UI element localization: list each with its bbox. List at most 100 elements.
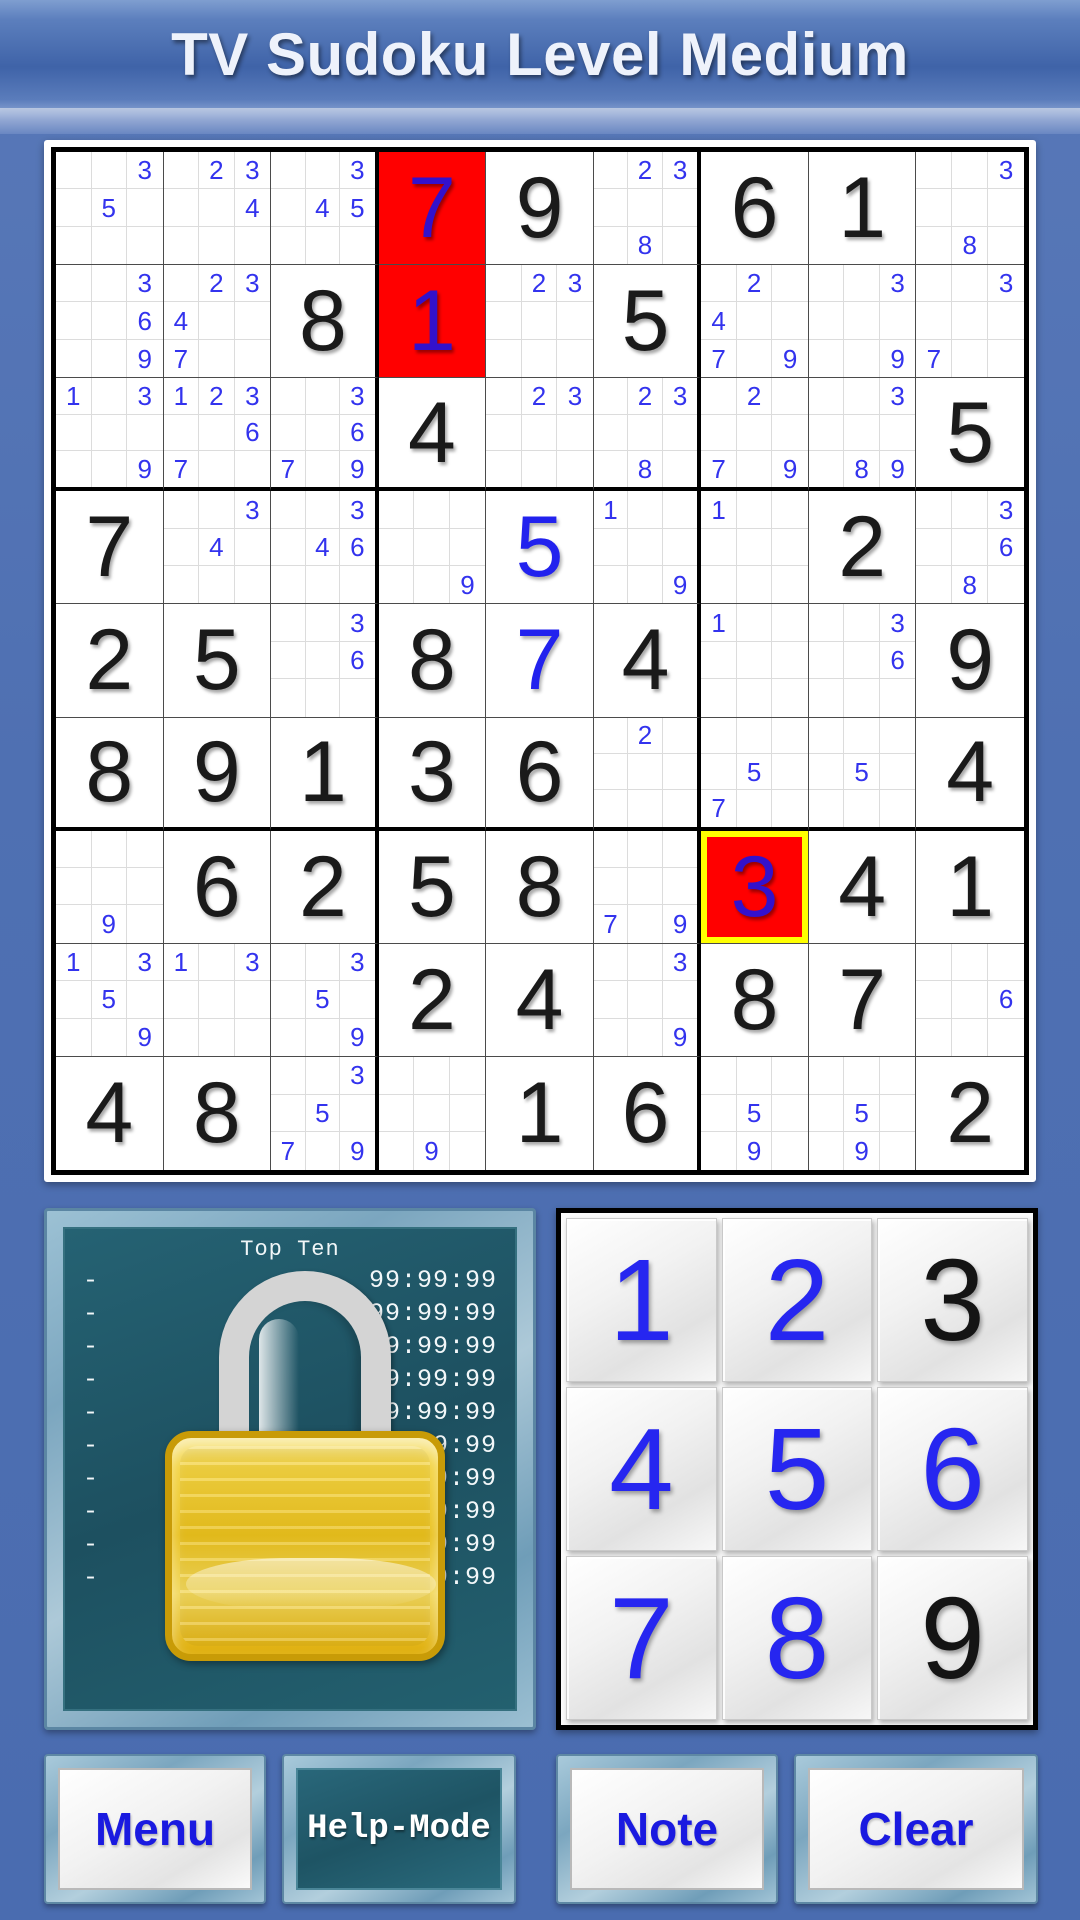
sudoku-cell-r1c5[interactable]: 9 [486,152,594,266]
sudoku-cell-r9c4[interactable]: 9 [378,1056,487,1170]
sudoku-cell-r4c5[interactable]: 5 [486,491,594,605]
sudoku-cell-r4c4[interactable]: 9 [378,491,487,605]
note-button[interactable]: Note [556,1754,778,1904]
sudoku-cell-r5c3[interactable]: 36 [271,604,379,718]
sudoku-cell-r3c8[interactable]: 3 89 [808,378,917,492]
sudoku-cell-r9c8[interactable]: 59 [808,1056,917,1170]
top-ten-panel[interactable]: Top Ten - 99:99:99 - 99:99:99 - 99:99:99 - 99:9… [44,1208,536,1730]
sudoku-cell-r8c2[interactable]: 13 [163,943,272,1057]
sudoku-cell-r6c8[interactable]: 5 [808,717,917,831]
sudoku-cell-r3c7[interactable]: 2 7 9 [701,378,809,492]
sudoku-cell-r7c9[interactable]: 1 [916,830,1024,944]
sudoku-cell-r8c3[interactable]: 359 [271,943,379,1057]
sudoku-cell-r5c6[interactable]: 4 [593,604,702,718]
sudoku-cell-r2c2[interactable]: 2347 [163,265,272,379]
sudoku-cell-r9c9[interactable]: 2 [916,1056,1024,1170]
sudoku-cell-r2c3[interactable]: 8 [271,265,379,379]
sudoku-cell-r2c4[interactable]: 1 [378,265,487,379]
sudoku-cell-r8c4[interactable]: 2 [378,943,487,1057]
numpad-key-5[interactable]: 5 [721,1387,873,1551]
sudoku-cell-r8c9[interactable]: 6 [916,943,1024,1057]
sudoku-cell-r2c7[interactable]: 247 9 [701,265,809,379]
sudoku-cell-r4c3[interactable]: 346 [271,491,379,605]
sudoku-cell-r6c7[interactable]: 57 [701,717,809,831]
numpad-key-4[interactable]: 4 [566,1387,717,1551]
numpad-key-8[interactable]: 8 [721,1556,873,1720]
sudoku-cell-r1c8[interactable]: 1 [808,152,917,266]
sudoku-cell-r9c3[interactable]: 357 9 [271,1056,379,1170]
sudoku-cell-r7c5[interactable]: 8 [486,830,594,944]
number-pad[interactable]: 123456789 [556,1208,1038,1730]
sudoku-board[interactable]: 3523434579238613836923478123524793937139… [51,147,1029,1175]
sudoku-cell-r5c5[interactable]: 7 [486,604,594,718]
sudoku-cell-r2c1[interactable]: 369 [56,265,164,379]
sudoku-cell-r1c3[interactable]: 345 [271,152,379,266]
sudoku-cell-r5c8[interactable]: 36 [808,604,917,718]
sudoku-cell-r3c3[interactable]: 367 9 [271,378,379,492]
numpad-key-7[interactable]: 7 [566,1556,717,1720]
sudoku-cell-r4c8[interactable]: 2 [808,491,917,605]
numpad-key-6[interactable]: 6 [877,1387,1028,1551]
sudoku-cell-r2c5[interactable]: 23 [486,265,594,379]
sudoku-cell-r1c9[interactable]: 38 [916,152,1024,266]
sudoku-cell-r6c5[interactable]: 6 [486,717,594,831]
sudoku-cell-r3c1[interactable]: 13 9 [56,378,164,492]
sudoku-cell-r2c9[interactable]: 37 [916,265,1024,379]
sudoku-cell-r5c2[interactable]: 5 [163,604,272,718]
numpad-key-2[interactable]: 2 [721,1218,873,1382]
sudoku-cell-r7c4[interactable]: 5 [378,830,487,944]
sudoku-cell-r6c6[interactable]: 2 [593,717,702,831]
sudoku-cell-r3c9[interactable]: 5 [916,378,1024,492]
note-digit [844,717,880,754]
sudoku-cell-r1c1[interactable]: 35 [56,152,164,266]
sudoku-cell-r6c9[interactable]: 4 [916,717,1024,831]
sudoku-cell-r6c4[interactable]: 3 [378,717,487,831]
sudoku-cell-r6c2[interactable]: 9 [163,717,272,831]
sudoku-cell-r9c2[interactable]: 8 [163,1056,272,1170]
note-digit [880,1132,916,1170]
sudoku-cell-r8c7[interactable]: 8 [701,943,809,1057]
sudoku-cell-r8c5[interactable]: 4 [486,943,594,1057]
sudoku-cell-r9c5[interactable]: 1 [486,1056,594,1170]
sudoku-cell-r2c8[interactable]: 39 [808,265,917,379]
sudoku-cell-r9c1[interactable]: 4 [56,1056,164,1170]
sudoku-cell-r1c6[interactable]: 23 8 [593,152,702,266]
sudoku-cell-r7c1[interactable]: 9 [56,830,164,944]
numpad-key-1[interactable]: 1 [566,1218,717,1382]
sudoku-cell-r3c4[interactable]: 4 [378,378,487,492]
clear-button[interactable]: Clear [794,1754,1038,1904]
sudoku-cell-r9c6[interactable]: 6 [593,1056,702,1170]
sudoku-cell-r4c9[interactable]: 368 [916,491,1024,605]
sudoku-cell-r2c6[interactable]: 5 [593,265,702,379]
numpad-key-3[interactable]: 3 [877,1218,1028,1382]
sudoku-cell-r4c6[interactable]: 19 [593,491,702,605]
numpad-key-9[interactable]: 9 [877,1556,1028,1720]
sudoku-cell-r7c2[interactable]: 6 [163,830,272,944]
sudoku-cell-r5c4[interactable]: 8 [378,604,487,718]
sudoku-cell-r7c3[interactable]: 2 [271,830,379,944]
menu-button[interactable]: Menu [44,1754,266,1904]
sudoku-cell-r3c6[interactable]: 23 8 [593,378,702,492]
sudoku-cell-r4c1[interactable]: 7 [56,491,164,605]
sudoku-cell-r7c6[interactable]: 79 [593,830,702,944]
sudoku-cell-r7c7[interactable]: 3 [701,830,809,944]
note-digit: 3 [988,152,1024,190]
sudoku-cell-r6c1[interactable]: 8 [56,717,164,831]
sudoku-cell-r6c3[interactable]: 1 [271,717,379,831]
sudoku-cell-r5c1[interactable]: 2 [56,604,164,718]
sudoku-cell-r1c2[interactable]: 234 [163,152,272,266]
sudoku-cell-r9c7[interactable]: 59 [701,1056,809,1170]
sudoku-cell-r5c7[interactable]: 1 [701,604,809,718]
sudoku-cell-r8c6[interactable]: 39 [593,943,702,1057]
sudoku-cell-r4c2[interactable]: 34 [163,491,272,605]
sudoku-cell-r3c2[interactable]: 12367 [163,378,272,492]
sudoku-cell-r5c9[interactable]: 9 [916,604,1024,718]
sudoku-cell-r1c4[interactable]: 7 [378,152,487,266]
sudoku-cell-r8c8[interactable]: 7 [808,943,917,1057]
help-mode-button[interactable]: Help-Mode [282,1754,516,1904]
sudoku-cell-r1c7[interactable]: 6 [701,152,809,266]
sudoku-cell-r7c8[interactable]: 4 [808,830,917,944]
sudoku-cell-r3c5[interactable]: 23 [486,378,594,492]
sudoku-cell-r8c1[interactable]: 1359 [56,943,164,1057]
sudoku-cell-r4c7[interactable]: 1 [701,491,809,605]
